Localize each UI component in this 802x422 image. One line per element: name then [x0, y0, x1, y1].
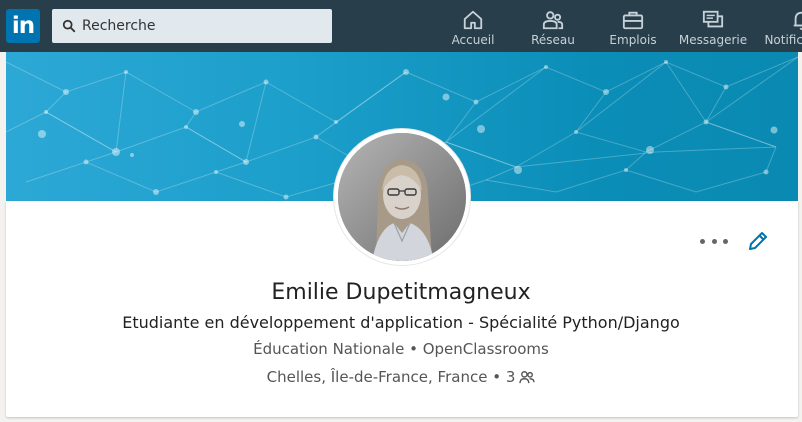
- search-icon: [62, 19, 76, 33]
- more-options-dot: [711, 238, 717, 244]
- nav-notifications[interactable]: Notifications: [758, 0, 802, 52]
- briefcase-icon: [622, 11, 644, 30]
- profile-organizations: Éducation Nationale • OpenClassrooms: [253, 340, 549, 358]
- search-box[interactable]: [52, 9, 332, 43]
- search-input[interactable]: [82, 18, 322, 34]
- nav-home-label: Accueil: [451, 33, 495, 47]
- avatar: [338, 133, 466, 261]
- nav-jobs[interactable]: Emplois: [606, 0, 660, 52]
- messaging-icon: [702, 10, 724, 28]
- nav-notifications-label: Notifications: [764, 33, 802, 47]
- home-icon: [463, 10, 483, 30]
- top-navigation-bar: in Accueil Réseau Emplois Messagerie Not…: [0, 0, 802, 52]
- nav-network-label: Réseau: [531, 33, 575, 47]
- profile-name: Emilie Dupetitmagneux: [271, 280, 531, 305]
- profile-location-row: Chelles, Île-de-France, France • 3: [0, 368, 802, 386]
- nav-network[interactable]: Réseau: [525, 0, 581, 52]
- nav-messaging[interactable]: Messagerie: [678, 0, 748, 52]
- nav-messaging-label: Messagerie: [678, 33, 748, 47]
- network-icon: [542, 11, 564, 30]
- linkedin-logo[interactable]: in: [6, 9, 40, 43]
- bell-icon: [793, 11, 802, 31]
- more-options-dot: [723, 238, 728, 244]
- nav-home[interactable]: Accueil: [446, 0, 500, 52]
- profile-location: Chelles, Île-de-France, France • 3: [266, 368, 516, 386]
- more-options-button[interactable]: [700, 236, 728, 246]
- edit-pencil-icon[interactable]: [746, 229, 770, 253]
- profile-photo-image: [338, 133, 466, 261]
- profile-photo[interactable]: [334, 129, 470, 265]
- people-icon[interactable]: [519, 370, 536, 384]
- more-options-dot: [700, 238, 705, 244]
- nav-jobs-label: Emplois: [609, 33, 657, 47]
- profile-headline: Etudiante en développement d'application…: [122, 313, 680, 332]
